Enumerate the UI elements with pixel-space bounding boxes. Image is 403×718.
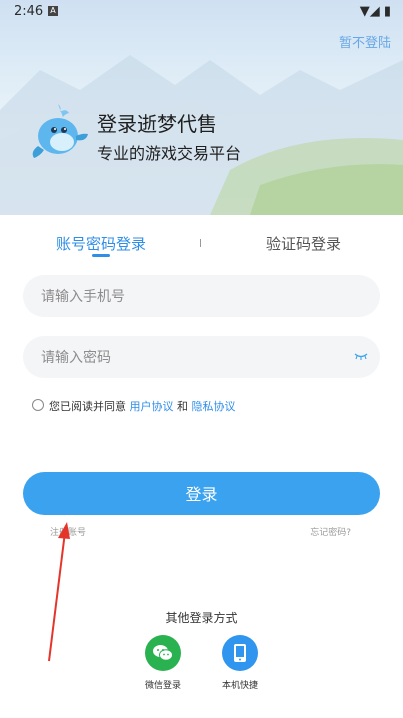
privacy-policy-link[interactable]: 隐私协议	[192, 400, 236, 413]
agreement-checkbox[interactable]	[32, 399, 44, 411]
wechat-login-option[interactable]: 微信登录	[133, 635, 193, 691]
eye-closed-icon[interactable]	[354, 351, 368, 361]
tab-password-login[interactable]: 账号密码登录	[56, 233, 146, 254]
local-quick-login-option[interactable]: 本机快捷	[210, 635, 270, 691]
app-subtitle: 专业的游戏交易平台	[97, 144, 242, 163]
other-login-title: 其他登录方式	[165, 611, 238, 625]
status-time: 2:46	[14, 4, 44, 19]
user-agreement-link[interactable]: 用户协议	[130, 400, 174, 413]
tab-divider	[200, 239, 201, 247]
wechat-icon	[153, 645, 173, 661]
password-input[interactable]	[39, 336, 343, 380]
status-bar: 2:46 A ▼◢ ▮	[0, 0, 403, 24]
local-quick-login-label: 本机快捷	[221, 681, 258, 691]
annotation-arrow	[48, 522, 70, 662]
notification-app-icon: A	[48, 6, 58, 16]
password-field	[23, 336, 380, 380]
system-status-icons: ▼◢ ▮	[359, 4, 391, 19]
skip-login-link[interactable]: 暂不登陆	[339, 32, 391, 51]
tab-active-indicator	[92, 254, 110, 257]
app-title: 登录逝梦代售	[97, 112, 217, 136]
wechat-login-label: 微信登录	[144, 681, 181, 691]
phone-input[interactable]	[39, 275, 343, 319]
login-button[interactable]: 登录	[23, 472, 380, 515]
login-tabs: 账号密码登录 验证码登录	[0, 228, 403, 268]
phone-icon	[234, 644, 246, 662]
agreement-and: 和	[173, 400, 192, 413]
tab-code-login[interactable]: 验证码登录	[266, 233, 341, 254]
agreement-prefix: 您已阅读并同意	[49, 400, 130, 413]
phone-field	[23, 275, 380, 319]
dolphin-mascot-icon	[32, 104, 88, 158]
forgot-password-link[interactable]: 忘记密码?	[310, 525, 351, 538]
